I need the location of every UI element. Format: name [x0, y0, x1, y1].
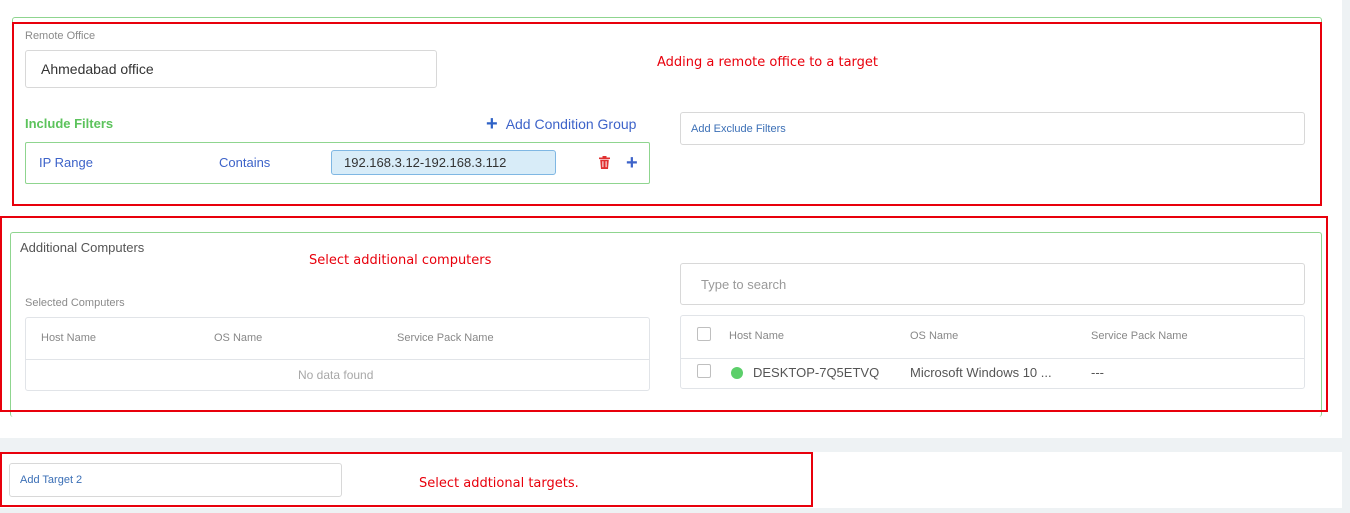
filter-value: 192.168.3.12-192.168.3.112: [344, 155, 507, 170]
row-os-name: Microsoft Windows 10 ...: [910, 365, 1052, 380]
select-all-checkbox[interactable]: [697, 327, 711, 341]
add-condition-group-label: Add Condition Group: [505, 116, 637, 132]
selected-computers-table: Host Name OS Name Service Pack Name No d…: [25, 317, 650, 391]
computer-search-placeholder: Type to search: [701, 276, 787, 292]
column-service-pack-name[interactable]: Service Pack Name: [397, 332, 494, 344]
annotation-additional-computers: Select additional computers: [309, 253, 492, 268]
no-data-message: No data found: [298, 368, 374, 382]
remote-office-input[interactable]: Ahmedabad office: [25, 50, 437, 88]
table-divider: [26, 359, 649, 360]
plus-icon: +: [486, 113, 498, 135]
row-service-pack: ---: [1091, 365, 1104, 380]
additional-computers-title: Additional Computers: [20, 240, 145, 255]
column-host-name[interactable]: Host Name: [41, 332, 96, 344]
column-service-pack-name[interactable]: Service Pack Name: [1091, 330, 1188, 342]
add-target-input[interactable]: Add Target 2: [9, 463, 342, 497]
online-status-icon: [731, 367, 743, 379]
remote-office-label: Remote Office: [25, 30, 96, 42]
exclude-filters-input[interactable]: Add Exclude Filters: [680, 112, 1305, 145]
annotation-additional-targets: Select addtional targets.: [419, 476, 579, 491]
filter-row: IP Range Contains 192.168.3.12-192.168.3…: [25, 142, 650, 184]
column-os-name[interactable]: OS Name: [214, 332, 262, 344]
row-checkbox[interactable]: [697, 364, 711, 378]
annotation-remote-office: Adding a remote office to a target: [657, 55, 879, 70]
filter-value-input[interactable]: 192.168.3.12-192.168.3.112: [331, 150, 556, 175]
available-computers-table: Host Name OS Name Service Pack Name DESK…: [680, 315, 1305, 389]
filter-field[interactable]: IP Range: [39, 155, 93, 170]
table-row[interactable]: DESKTOP-7Q5ETVQ Microsoft Windows 10 ...…: [681, 359, 1304, 389]
add-target-card: Add Target 2: [0, 452, 1342, 508]
remote-office-value: Ahmedabad office: [41, 61, 154, 77]
include-filters-title: Include Filters: [25, 116, 114, 131]
row-host-name: DESKTOP-7Q5ETVQ: [753, 365, 880, 380]
trash-icon[interactable]: [599, 156, 610, 174]
exclude-filters-placeholder: Add Exclude Filters: [691, 122, 786, 135]
column-os-name[interactable]: OS Name: [910, 330, 958, 342]
filter-operator[interactable]: Contains: [219, 155, 270, 170]
add-condition-icon[interactable]: +: [626, 153, 638, 173]
column-host-name[interactable]: Host Name: [729, 330, 784, 342]
computer-search-input[interactable]: Type to search: [680, 263, 1305, 305]
add-target-placeholder: Add Target 2: [20, 474, 83, 486]
add-condition-group-button[interactable]: + Add Condition Group: [486, 113, 637, 135]
selected-computers-label: Selected Computers: [25, 297, 125, 309]
